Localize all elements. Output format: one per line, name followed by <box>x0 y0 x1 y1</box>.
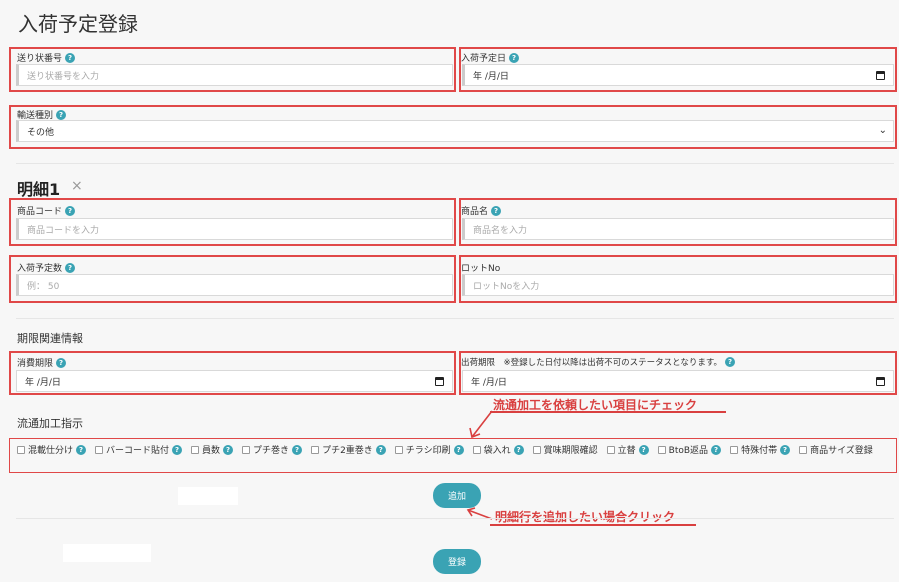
qty-label: 入荷予定数 ? <box>17 261 76 274</box>
lot-input[interactable]: ロットNoを入力 <box>462 274 894 296</box>
blank-area <box>63 544 151 562</box>
checkbox[interactable] <box>17 445 25 454</box>
lot-label: ロットNo <box>461 264 501 274</box>
help-icon[interactable]: ? <box>56 109 67 120</box>
checkbox[interactable] <box>730 445 739 454</box>
shipping-limit-label: 出荷期限 ※登録した日付以降は出荷不可のステータスとなります。 ? <box>461 356 736 368</box>
checkbox[interactable] <box>657 445 666 454</box>
register-button[interactable]: 登録 <box>433 549 481 574</box>
annotation-underline <box>490 411 726 413</box>
processing-option[interactable]: プチ2重巻き? <box>311 443 386 456</box>
product-name-input[interactable]: 商品名を入力 <box>462 218 894 240</box>
help-icon[interactable]: ? <box>513 444 524 455</box>
help-icon[interactable]: ? <box>638 444 649 455</box>
processing-option[interactable]: 特殊付帯? <box>730 443 791 456</box>
processing-option[interactable]: チラシ印刷? <box>394 443 464 456</box>
shipping-type-select[interactable]: その他 ⌄ <box>16 120 894 142</box>
product-code-label: 商品コード ? <box>17 204 76 217</box>
help-icon[interactable]: ? <box>491 205 502 216</box>
processing-option[interactable]: バーコード貼付? <box>95 443 183 456</box>
checkbox[interactable] <box>532 445 541 454</box>
divider <box>16 518 894 519</box>
arrival-date-input[interactable]: 年 /月/日 <box>462 64 894 86</box>
help-icon[interactable]: ? <box>56 357 67 368</box>
checkbox[interactable] <box>394 445 403 454</box>
help-icon[interactable]: ? <box>375 444 386 455</box>
processing-options: 混載仕分け? バーコード貼付? 員数? プチ巻き? プチ2重巻き? チラシ印刷?… <box>17 443 893 456</box>
checkbox[interactable] <box>799 445 808 454</box>
product-code-input[interactable]: 商品コードを入力 <box>16 218 453 240</box>
close-icon[interactable]: × <box>71 178 83 194</box>
help-icon[interactable]: ? <box>172 444 183 455</box>
checkbox[interactable] <box>191 445 200 454</box>
help-icon[interactable]: ? <box>65 262 76 273</box>
help-icon[interactable]: ? <box>780 444 791 455</box>
calendar-icon[interactable] <box>876 71 885 80</box>
shipping-limit-date-input[interactable]: 年 /月/日 <box>462 370 894 392</box>
annotation-arrow-icon <box>469 410 493 439</box>
help-icon[interactable]: ? <box>453 444 464 455</box>
divider <box>16 318 894 319</box>
help-icon[interactable]: ? <box>223 444 234 455</box>
page-title: 入荷予定登録 <box>18 12 138 36</box>
tracking-input[interactable]: 送り状番号を入力 <box>16 64 453 86</box>
help-icon[interactable]: ? <box>509 52 520 63</box>
processing-option[interactable]: プチ巻き? <box>242 443 303 456</box>
checkbox[interactable] <box>242 445 251 454</box>
help-icon[interactable]: ? <box>65 205 76 216</box>
arrival-date-label: 入荷予定日 ? <box>461 51 520 64</box>
qty-input[interactable]: 例： 50 <box>16 274 453 296</box>
processing-option[interactable]: 混載仕分け? <box>17 443 87 456</box>
product-name-label: 商品名 ? <box>461 204 502 217</box>
checkbox[interactable] <box>606 445 615 454</box>
processing-section-title: 流通加工指示 <box>17 417 83 430</box>
consume-date-input[interactable]: 年 /月/日 <box>16 370 453 392</box>
processing-option[interactable]: 賞味期限確認 <box>532 443 598 456</box>
calendar-icon[interactable] <box>876 377 885 386</box>
processing-option[interactable]: 員数? <box>191 443 234 456</box>
annotation-arrow-icon <box>466 507 493 520</box>
help-icon[interactable]: ? <box>76 444 87 455</box>
expiry-section-title: 期限関連情報 <box>17 332 83 345</box>
help-icon[interactable]: ? <box>725 357 736 367</box>
detail-title: 明細1 <box>17 180 61 199</box>
help-icon[interactable]: ? <box>292 444 303 455</box>
help-icon[interactable]: ? <box>711 444 722 455</box>
divider <box>16 163 894 164</box>
annotation-underline <box>490 524 696 526</box>
consume-label: 消費期限 ? <box>17 356 67 369</box>
checkbox[interactable] <box>311 445 320 454</box>
checkbox[interactable] <box>472 445 481 454</box>
processing-option[interactable]: 立替? <box>606 443 649 456</box>
processing-option[interactable]: BtoB返品? <box>657 443 722 456</box>
blank-area <box>178 487 238 505</box>
processing-option[interactable]: 袋入れ? <box>472 443 524 456</box>
calendar-icon[interactable] <box>435 377 444 386</box>
add-button[interactable]: 追加 <box>433 483 481 508</box>
tracking-label: 送り状番号 ? <box>17 51 76 64</box>
add-annotation: 明細行を追加したい場合クリック <box>495 510 676 524</box>
processing-option[interactable]: 商品サイズ登録 <box>799 443 873 456</box>
help-icon[interactable]: ? <box>65 52 76 63</box>
chevron-down-icon: ⌄ <box>878 125 887 136</box>
checkbox[interactable] <box>95 445 104 454</box>
